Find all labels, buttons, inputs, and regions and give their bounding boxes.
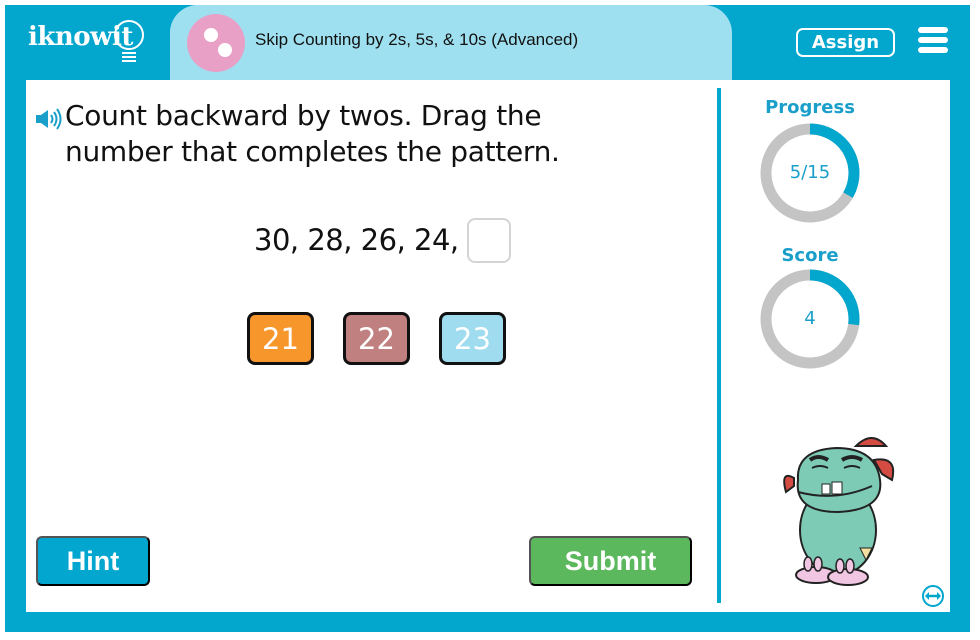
question-line-2: number that completes the pattern. xyxy=(65,135,560,168)
assign-button[interactable]: Assign xyxy=(796,28,895,57)
lesson-title: Skip Counting by 2s, 5s, & 10s (Advanced… xyxy=(255,30,579,49)
choice-tile[interactable]: 22 xyxy=(343,312,410,365)
menu-bar xyxy=(918,37,948,43)
answer-drop-zone[interactable] xyxy=(466,217,511,263)
progress-value: 5/15 xyxy=(789,162,831,183)
score-label: Score xyxy=(781,245,839,266)
panel-divider xyxy=(717,88,721,603)
lightbulb-base-icon xyxy=(122,52,136,62)
question-prompt: Count backward by twos. Drag the number … xyxy=(65,98,560,170)
hint-button[interactable]: Hint xyxy=(36,536,150,586)
score-value: 4 xyxy=(804,308,816,329)
choice-tile[interactable]: 21 xyxy=(247,312,314,365)
lightbulb-icon xyxy=(114,20,144,50)
lesson-icon-dot xyxy=(204,28,218,42)
submit-button[interactable]: Submit xyxy=(529,536,692,586)
speaker-icon[interactable] xyxy=(35,108,63,130)
menu-bar xyxy=(918,47,948,53)
sequence-text: 30, 28, 26, 24, xyxy=(254,223,459,257)
lesson-icon xyxy=(187,14,245,72)
lesson-icon-dot xyxy=(218,43,232,57)
hamburger-menu-icon[interactable] xyxy=(918,27,948,53)
question-line-1: Count backward by twos. Drag the xyxy=(65,99,542,132)
progress-label: Progress xyxy=(765,97,855,118)
choice-tile[interactable]: 23 xyxy=(439,312,506,365)
monster-mascot xyxy=(783,437,895,586)
lesson-title-bar: Skip Counting by 2s, 5s, & 10s (Advanced… xyxy=(170,5,732,80)
expand-arrows-icon[interactable] xyxy=(921,584,945,608)
menu-bar xyxy=(918,27,948,33)
number-sequence: 30, 28, 26, 24, xyxy=(254,216,511,264)
